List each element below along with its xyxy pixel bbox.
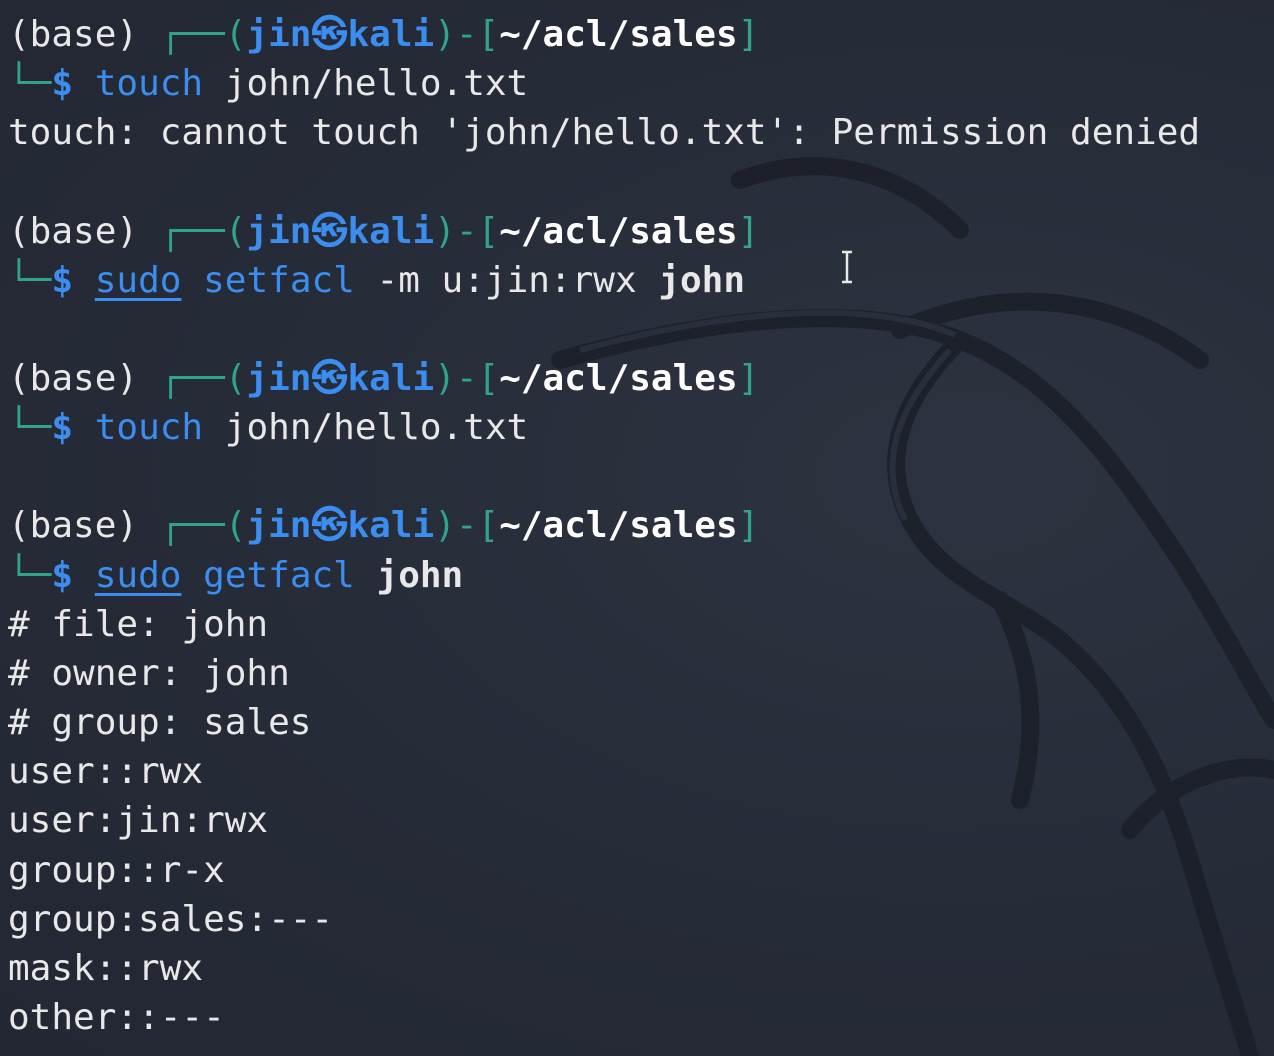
command-name: touch	[94, 407, 204, 449]
prompt-frame: └─	[8, 407, 52, 449]
prompt-host: kali	[347, 505, 435, 547]
prompt-frame: )-[	[434, 14, 500, 55]
prompt-frame: )-[	[434, 505, 500, 547]
kali-skull-icon: ㉿	[311, 210, 348, 252]
prompt-path: ~/acl/sales	[499, 210, 738, 252]
kali-skull-icon: ㉿	[311, 357, 348, 399]
prompt-frame: ]	[737, 210, 760, 252]
output-line: user::rwx	[8, 751, 204, 793]
kali-skull-icon: ㉿	[311, 505, 348, 547]
command-line: └─$ touch john/hello.txt	[8, 403, 1274, 452]
prompt-frame: ]	[737, 14, 760, 55]
command-sudo: sudo	[94, 259, 182, 301]
prompt-user: jin	[246, 210, 312, 252]
output-line: # owner: john	[8, 652, 290, 694]
output-line: group::r-x	[8, 849, 225, 891]
conda-env-label: (base)	[8, 14, 160, 55]
command-args: john/hello.txt	[224, 407, 529, 449]
output-line: other::---	[8, 997, 225, 1039]
prompt-path: ~/acl/sales	[499, 357, 738, 399]
prompt-frame: ┌──(	[159, 357, 247, 399]
prompt-dollar: $	[51, 259, 74, 301]
output-line: # group: sales	[8, 702, 312, 744]
prompt-user: jin	[246, 14, 312, 55]
command-flags: -m u:jin:rwx	[376, 259, 637, 301]
prompt-frame: └─	[8, 554, 52, 596]
command-args: john/hello.txt	[224, 63, 529, 105]
prompt-header-line: (base) ┌──(jin㉿kali)-[~/acl/sales]	[8, 501, 1274, 550]
output-line: mask::rwx	[8, 948, 204, 989]
output-line: user:jin:rwx	[8, 800, 269, 842]
prompt-header-line: (base) ┌──(jin㉿kali)-[~/acl/sales]	[8, 10, 1274, 59]
command-line: └─$ sudo getfacl john	[8, 551, 1274, 600]
prompt-user: jin	[246, 505, 312, 547]
prompt-host: kali	[347, 210, 435, 252]
output-line: # file: john	[8, 603, 269, 645]
prompt-dollar: $	[51, 554, 74, 596]
command-target: john	[376, 554, 464, 596]
output-line: group:sales:---	[8, 898, 334, 940]
prompt-dollar: $	[51, 407, 74, 449]
prompt-path: ~/acl/sales	[499, 14, 738, 55]
prompt-dollar: $	[51, 63, 74, 105]
prompt-host: kali	[347, 14, 435, 55]
command-sudo: sudo	[94, 554, 182, 596]
prompt-frame: )-[	[434, 210, 500, 252]
command-name: setfacl	[203, 259, 355, 301]
prompt-frame: ┌──(	[159, 505, 247, 547]
prompt-host: kali	[347, 357, 435, 399]
command-target: john	[658, 259, 746, 301]
command-line: └─$ sudo setfacl -m u:jin:rwx john	[8, 256, 1274, 305]
command-line: └─$ touch john/hello.txt	[8, 59, 1274, 108]
prompt-frame: └─	[8, 259, 52, 301]
prompt-frame: ┌──(	[159, 210, 247, 252]
conda-env-label: (base)	[8, 357, 160, 399]
prompt-header-line: (base) ┌──(jin㉿kali)-[~/acl/sales]	[8, 354, 1274, 403]
prompt-frame: )-[	[434, 357, 500, 399]
output-line: touch: cannot touch 'john/hello.txt': Pe…	[8, 112, 1201, 154]
command-name: touch	[94, 63, 204, 105]
conda-env-label: (base)	[8, 505, 160, 547]
terminal-output: (base) ┌──(jin㉿kali)-[~/acl/sales] └─$ to…	[8, 10, 1274, 1042]
prompt-frame: ]	[737, 357, 760, 399]
prompt-frame: └─	[8, 63, 52, 105]
prompt-user: jin	[246, 357, 312, 399]
kali-skull-icon: ㉿	[311, 14, 348, 55]
prompt-header-line: (base) ┌──(jin㉿kali)-[~/acl/sales]	[8, 207, 1274, 256]
prompt-path: ~/acl/sales	[499, 505, 738, 547]
prompt-frame: ]	[737, 505, 760, 547]
terminal-window[interactable]: (base) ┌──(jin㉿kali)-[~/acl/sales] └─$ to…	[0, 0, 1274, 1056]
command-name: getfacl	[203, 554, 355, 596]
text-cursor-icon	[842, 250, 852, 284]
prompt-frame: ┌──(	[159, 14, 247, 55]
conda-env-label: (base)	[8, 210, 160, 252]
